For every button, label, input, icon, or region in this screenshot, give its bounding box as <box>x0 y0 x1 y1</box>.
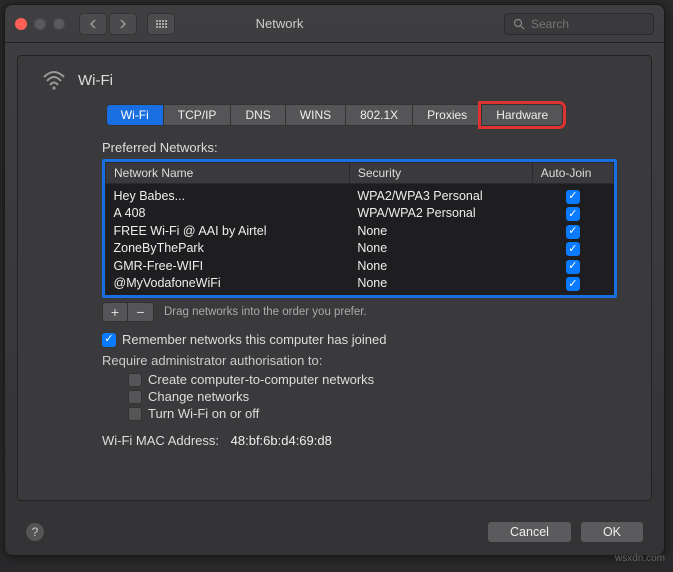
minimize-icon <box>34 18 46 30</box>
table-row[interactable]: ZoneByTheParkNone ✓ <box>106 240 614 258</box>
cell-security: WPA/WPA2 Personal <box>349 205 532 223</box>
column-auto-join[interactable]: Auto-Join <box>532 163 613 184</box>
remember-label: Remember networks this computer has join… <box>122 332 386 347</box>
require-admin-label: Require administrator authorisation to: <box>102 353 627 368</box>
panel-header: Wi-Fi <box>42 70 627 90</box>
checkbox-turn-wifi[interactable] <box>128 407 142 421</box>
cell-security: None <box>349 240 532 258</box>
tab-bar: Wi-Fi TCP/IP DNS WINS 802.1X Proxies Har… <box>42 104 627 126</box>
table-row[interactable]: A 408WPA/WPA2 Personal ✓ <box>106 205 614 223</box>
panel-title: Wi-Fi <box>78 72 113 89</box>
table-row[interactable]: GMR-Free-WIFINone ✓ <box>106 257 614 275</box>
cell-security: None <box>349 222 532 240</box>
cell-network-name: GMR-Free-WIFI <box>106 257 350 275</box>
tab-8021x[interactable]: 802.1X <box>345 104 412 126</box>
remember-networks-row: ✓ Remember networks this computer has jo… <box>102 332 627 347</box>
cancel-button[interactable]: Cancel <box>487 521 572 543</box>
cell-network-name: @MyVodafoneWiFi <box>106 275 350 296</box>
settings-panel: Wi-Fi Wi-Fi TCP/IP DNS WINS 802.1X Proxi… <box>17 55 652 501</box>
remember-checkbox[interactable]: ✓ <box>102 333 116 347</box>
option-label: Change networks <box>148 389 249 404</box>
search-icon <box>513 18 525 30</box>
table-row[interactable]: Hey Babes...WPA2/WPA3 Personal ✓ <box>106 184 614 205</box>
cell-auto-join: ✓ <box>532 240 613 258</box>
traffic-lights <box>15 18 65 30</box>
preferred-networks-table[interactable]: Network Name Security Auto-Join Hey Babe… <box>102 159 617 298</box>
auto-join-checkbox[interactable]: ✓ <box>566 207 580 221</box>
help-button[interactable]: ? <box>25 522 45 542</box>
cell-network-name: ZoneByThePark <box>106 240 350 258</box>
auto-join-checkbox[interactable]: ✓ <box>566 190 580 204</box>
search-field[interactable] <box>504 13 654 35</box>
tab-tcpip[interactable]: TCP/IP <box>163 104 231 126</box>
watermark: wsxdn.com <box>615 553 665 564</box>
preferred-networks-label: Preferred Networks: <box>102 140 627 155</box>
remove-network-button[interactable]: − <box>128 302 154 322</box>
checkbox-create-networks[interactable] <box>128 373 142 387</box>
ok-button[interactable]: OK <box>580 521 644 543</box>
add-network-button[interactable]: + <box>102 302 128 322</box>
mac-address-row: Wi-Fi MAC Address: 48:bf:6b:d4:69:d8 <box>102 433 627 448</box>
cell-security: WPA2/WPA3 Personal <box>349 184 532 205</box>
titlebar: Network <box>5 5 664 43</box>
cell-network-name: Hey Babes... <box>106 184 350 205</box>
cell-auto-join: ✓ <box>532 275 613 296</box>
column-network-name[interactable]: Network Name <box>106 163 350 184</box>
cell-auto-join: ✓ <box>532 184 613 205</box>
window-title: Network <box>63 16 496 31</box>
tab-wifi[interactable]: Wi-Fi <box>106 104 163 126</box>
tab-proxies[interactable]: Proxies <box>412 104 481 126</box>
auto-join-checkbox[interactable]: ✓ <box>566 242 580 256</box>
search-input[interactable] <box>531 17 631 31</box>
option-label: Turn Wi-Fi on or off <box>148 406 259 421</box>
drag-hint: Drag networks into the order you prefer. <box>164 306 367 318</box>
cell-auto-join: ✓ <box>532 222 613 240</box>
auto-join-checkbox[interactable]: ✓ <box>566 225 580 239</box>
option-change-networks: Change networks <box>128 389 627 404</box>
option-turn-wifi: Turn Wi-Fi on or off <box>128 406 627 421</box>
cell-security: None <box>349 257 532 275</box>
wifi-icon <box>42 70 66 90</box>
close-icon[interactable] <box>15 18 27 30</box>
tab-wins[interactable]: WINS <box>285 104 345 126</box>
cell-auto-join: ✓ <box>532 205 613 223</box>
option-create-computer-networks: Create computer-to-computer networks <box>128 372 627 387</box>
column-security[interactable]: Security <box>349 163 532 184</box>
cell-security: None <box>349 275 532 296</box>
table-row[interactable]: FREE Wi-Fi @ AAI by AirtelNone ✓ <box>106 222 614 240</box>
cell-auto-join: ✓ <box>532 257 613 275</box>
table-row[interactable]: @MyVodafoneWiFiNone ✓ <box>106 275 614 296</box>
tab-hardware[interactable]: Hardware <box>481 104 563 126</box>
network-preferences-window: Network Wi-Fi Wi-Fi TCP/IP DNS WINS 802.… <box>4 4 665 556</box>
mac-label: Wi-Fi MAC Address: <box>102 433 219 448</box>
auto-join-checkbox[interactable]: ✓ <box>566 260 580 274</box>
mac-value: 48:bf:6b:d4:69:d8 <box>231 433 332 448</box>
add-remove-bar: + − Drag networks into the order you pre… <box>102 302 627 322</box>
cell-network-name: FREE Wi-Fi @ AAI by Airtel <box>106 222 350 240</box>
checkbox-change-networks[interactable] <box>128 390 142 404</box>
tab-dns[interactable]: DNS <box>230 104 284 126</box>
dialog-footer: ? Cancel OK <box>5 513 664 555</box>
option-label: Create computer-to-computer networks <box>148 372 374 387</box>
auto-join-checkbox[interactable]: ✓ <box>566 277 580 291</box>
cell-network-name: A 408 <box>106 205 350 223</box>
